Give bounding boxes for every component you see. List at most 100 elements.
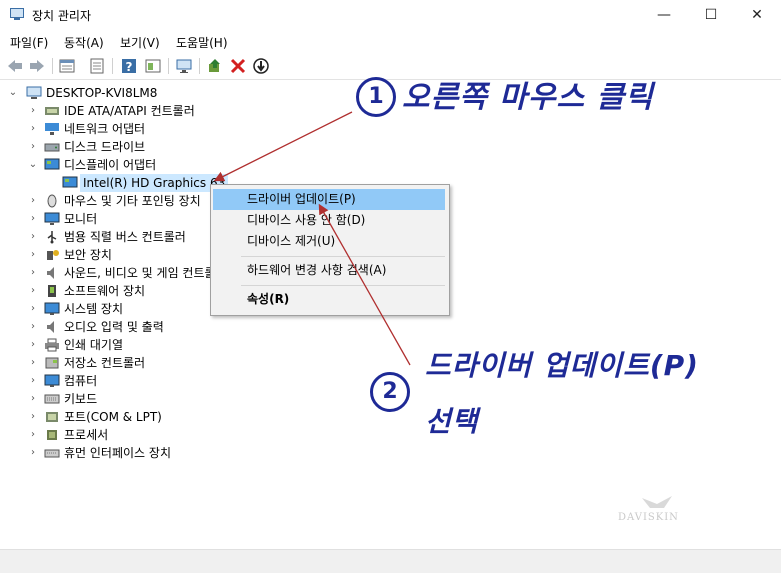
chevron-down-icon[interactable]: ⌄ <box>28 156 38 174</box>
enable-device-icon[interactable] <box>252 57 270 75</box>
tree-item-label: 디스크 드라이브 <box>64 140 146 154</box>
properties-menu-item[interactable]: 속성(R) <box>213 289 445 310</box>
tree-item[interactable]: › 휴먼 인터페이스 장치 <box>0 444 300 462</box>
chevron-right-icon[interactable]: › <box>28 300 38 318</box>
tree-item[interactable]: › 인쇄 대기열 <box>0 336 300 354</box>
chevron-right-icon[interactable]: › <box>28 138 38 156</box>
chevron-right-icon[interactable]: › <box>28 264 38 282</box>
tree-item[interactable]: › IDE ATA/ATAPI 컨트롤러 <box>0 102 300 120</box>
menu-item-label: 디바이스 제거(U) <box>247 234 336 248</box>
close-button[interactable]: ✕ <box>734 0 780 30</box>
uninstall-device-menu-item[interactable]: 디바이스 제거(U) <box>213 231 445 252</box>
menu-separator <box>241 256 445 257</box>
chevron-right-icon[interactable]: › <box>28 426 38 444</box>
security-device-icon <box>47 250 59 260</box>
tree-item[interactable]: › 저장소 컨트롤러 <box>0 354 300 372</box>
back-icon[interactable] <box>6 57 24 75</box>
properties-icon[interactable] <box>58 57 76 75</box>
tree-item[interactable]: › 네트워크 어댑터 <box>0 120 300 138</box>
tree-item-label: 포트(COM & LPT) <box>64 410 162 424</box>
display-adapter-icon <box>62 176 78 188</box>
tree-root-row[interactable]: ⌄ DESKTOP-KVI8LM8 <box>0 84 300 102</box>
chevron-down-icon[interactable]: ⌄ <box>8 84 18 102</box>
tree-item-label: 오디오 입력 및 출력 <box>64 320 164 334</box>
tree-item[interactable]: › 키보드 <box>0 390 300 408</box>
maximize-button[interactable]: ☐ <box>688 0 734 30</box>
chevron-right-icon[interactable]: › <box>28 444 38 462</box>
chevron-right-icon[interactable]: › <box>28 210 38 228</box>
tree-item-expanded[interactable]: ⌄ 디스플레이 어댑터 <box>0 156 300 174</box>
step2-text: 드라이버 업데이트(P) <box>425 349 699 382</box>
step1-number: 1 <box>356 77 396 117</box>
help-icon[interactable]: ? <box>120 57 138 75</box>
menu-help[interactable]: 도움말(H) <box>176 34 228 51</box>
chevron-right-icon[interactable]: › <box>28 192 38 210</box>
tree-item[interactable]: › 디스크 드라이브 <box>0 138 300 156</box>
forward-icon[interactable] <box>28 57 46 75</box>
menu-separator <box>241 285 445 286</box>
toolbar: ? <box>0 53 781 80</box>
chevron-right-icon[interactable]: › <box>28 282 38 300</box>
display-adapter-icon <box>44 158 60 170</box>
menu-action[interactable]: 동작(A) <box>64 34 104 51</box>
audio-icon <box>47 321 54 333</box>
context-menu: 드라이버 업데이트(P) 디바이스 사용 안 함(D) 디바이스 제거(U) 하… <box>210 184 450 316</box>
mouse-icon <box>47 194 57 208</box>
scan-hardware-menu-item[interactable]: 하드웨어 변경 사항 검색(A) <box>213 260 445 281</box>
watermark-logo <box>642 496 672 508</box>
menu-file[interactable]: 파일(F) <box>10 34 48 51</box>
chevron-right-icon[interactable]: › <box>28 228 38 246</box>
chevron-right-icon[interactable]: › <box>28 102 38 120</box>
computer-name: DESKTOP-KVI8LM8 <box>46 86 158 100</box>
tree-item-label: 컴퓨터 <box>64 374 98 388</box>
minimize-button[interactable]: — <box>641 0 687 30</box>
tree-item-label: IDE ATA/ATAPI 컨트롤러 <box>64 104 195 118</box>
printer-icon <box>45 338 59 352</box>
monitor-icon[interactable] <box>175 57 193 75</box>
chevron-right-icon[interactable]: › <box>28 336 38 354</box>
tree-item-label: 시스템 장치 <box>64 302 124 316</box>
disable-device-menu-item[interactable]: 디바이스 사용 안 함(D) <box>213 210 445 231</box>
toolbar-separator <box>112 58 113 74</box>
update-driver-icon[interactable] <box>206 57 224 75</box>
tree-item[interactable]: › 프로세서 <box>0 426 300 444</box>
menu-item-label: 속성(R) <box>247 292 290 306</box>
chevron-right-icon[interactable]: › <box>28 354 38 372</box>
chevron-right-icon[interactable]: › <box>28 372 38 390</box>
chevron-right-icon[interactable]: › <box>28 246 38 264</box>
menu-view[interactable]: 보기(V) <box>120 34 160 51</box>
tree-item-label: 마우스 및 기타 포인팅 장치 <box>64 194 201 208</box>
step2-number: 2 <box>370 372 410 412</box>
chevron-right-icon[interactable]: › <box>28 318 38 336</box>
tree-item-label: 사운드, 비디오 및 게임 컨트롤러 <box>64 266 227 280</box>
chevron-right-icon[interactable]: › <box>28 120 38 138</box>
uninstall-icon[interactable] <box>229 57 247 75</box>
port-icon <box>46 412 58 422</box>
chevron-right-icon[interactable]: › <box>28 408 38 426</box>
update-list-icon[interactable] <box>88 57 106 75</box>
tree-item-label: 키보드 <box>64 392 98 406</box>
computer-icon <box>44 374 60 387</box>
tree-item-label: 인쇄 대기열 <box>64 338 124 352</box>
step1-text: 오른쪽 마우스 클릭 <box>402 80 654 115</box>
toolbar-separator <box>52 58 53 74</box>
usb-icon <box>47 231 57 244</box>
device-manager-app-icon <box>10 8 24 20</box>
monitor-icon <box>44 212 60 225</box>
tree-item-label: 소프트웨어 장치 <box>64 284 146 298</box>
network-adapter-icon <box>45 123 59 135</box>
chevron-right-icon[interactable]: › <box>28 390 38 408</box>
software-device-icon <box>48 285 56 297</box>
tree-item[interactable]: › 포트(COM & LPT) <box>0 408 300 426</box>
tree-item[interactable]: › 컴퓨터 <box>0 372 300 390</box>
watermark-text: DAVISKIN <box>618 512 679 523</box>
show-hidden-icon[interactable] <box>144 57 162 75</box>
update-driver-menu-item[interactable]: 드라이버 업데이트(P) <box>213 189 445 210</box>
tree-item[interactable]: › 오디오 입력 및 출력 <box>0 318 300 336</box>
step2-text-select: 선택 <box>425 405 479 438</box>
computer-icon <box>26 86 42 99</box>
tree-item-label: 프로세서 <box>64 428 109 442</box>
tree-item-label: 네트워크 어댑터 <box>64 122 146 136</box>
status-bar <box>0 549 781 573</box>
tree-item-label: 디스플레이 어댑터 <box>64 158 157 172</box>
